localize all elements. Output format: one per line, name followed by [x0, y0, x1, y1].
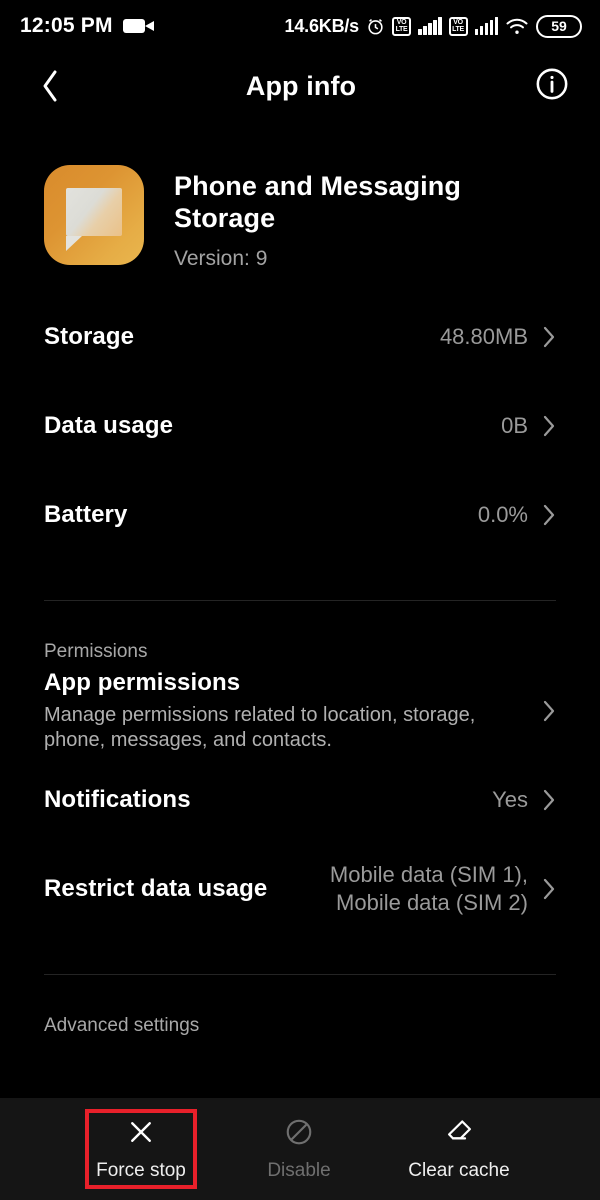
info-button[interactable] [532, 66, 572, 106]
disable-label: Disable [267, 1160, 331, 1181]
info-circle-icon [535, 67, 569, 106]
row-storage-title: Storage [44, 323, 135, 351]
app-info-content: Phone and Messaging Storage Version: 9 S… [0, 120, 600, 1041]
row-restrict-data-usage[interactable]: Restrict data usage Mobile data (SIM 1),… [44, 845, 556, 934]
chevron-right-icon [542, 503, 556, 527]
row-notifications-left: Notifications [44, 786, 478, 814]
battery-icon: 59 [536, 14, 582, 38]
sim2-volte-top: VO [453, 19, 463, 26]
row-battery-right: 0.0% [478, 501, 556, 530]
sim2-volte-icon: VO LTE [448, 16, 468, 36]
back-button[interactable] [30, 66, 70, 106]
row-storage-left: Storage [44, 323, 426, 351]
eraser-icon [443, 1116, 475, 1148]
row-data-usage[interactable]: Data usage 0B [44, 382, 556, 471]
section-label-permissions: Permissions [44, 640, 148, 662]
message-bubble-glyph [66, 188, 122, 251]
row-battery-value: 0.0% [477, 501, 528, 527]
chevron-right-icon [542, 877, 556, 901]
row-battery[interactable]: Battery 0.0% [44, 471, 556, 560]
chevron-right-icon [542, 699, 556, 723]
row-data-usage-left: Data usage [44, 412, 487, 440]
close-x-icon [125, 1116, 157, 1148]
row-storage-value: 48.80MB [439, 323, 528, 349]
status-bar: 12:05 PM 14.6KB/s VO LTE VO LTE 59 [0, 0, 600, 52]
sim2-signal-bars-icon [474, 17, 498, 35]
row-battery-left: Battery [44, 501, 464, 529]
row-app-permissions-subtitle: Manage permissions related to location, … [44, 703, 476, 752]
section-label-advanced-settings: Advanced settings [44, 1014, 200, 1036]
app-name: Phone and Messaging Storage [174, 171, 461, 233]
sim1-volte-top: VO [396, 19, 407, 26]
row-app-permissions-right [542, 699, 556, 723]
row-app-permissions-title: App permissions [44, 668, 241, 696]
row-restrict-data-usage-left: Restrict data usage [44, 875, 316, 903]
page-title: App info [245, 70, 357, 101]
row-battery-title: Battery [44, 501, 128, 529]
sim1-signal-bars-icon [418, 17, 442, 35]
app-bar: App info [0, 52, 600, 120]
phone-and-messaging-storage-app-icon [44, 165, 144, 265]
alarm-clock-icon [366, 17, 385, 36]
status-bar-clock: 12:05 PM [20, 14, 113, 37]
block-circle-icon [283, 1116, 315, 1148]
chevron-right-icon [542, 325, 556, 349]
row-notifications-right: Yes [492, 786, 556, 815]
row-app-permissions[interactable]: App permissions Manage permissions relat… [44, 667, 556, 756]
status-bar-left: 12:05 PM [20, 14, 154, 38]
chevron-right-icon [542, 788, 556, 812]
divider [44, 973, 556, 975]
row-storage-right: 48.80MB [440, 323, 556, 352]
status-bar-right: 14.6KB/s VO LTE VO LTE 59 [284, 14, 582, 38]
clear-cache-label: Clear cache [408, 1160, 510, 1181]
force-stop-label: Force stop [96, 1160, 186, 1181]
row-storage[interactable]: Storage 48.80MB [44, 293, 556, 382]
row-data-usage-title: Data usage [44, 412, 174, 440]
sim1-volte-bottom: LTE [395, 26, 408, 33]
row-restrict-data-usage-value: Mobile data (SIM 1), Mobile data (SIM 2) [329, 861, 528, 916]
videocam-icon [122, 19, 154, 33]
row-app-permissions-left: App permissions Manage permissions relat… [44, 669, 528, 754]
bottom-action-bar: Force stop Disable Clear cache [0, 1098, 600, 1200]
clear-cache-button[interactable]: Clear cache [403, 1109, 515, 1189]
row-data-usage-right: 0B [501, 412, 556, 441]
row-data-usage-value: 0B [501, 412, 528, 438]
divider [44, 599, 556, 601]
permission-rows: App permissions Manage permissions relat… [0, 667, 600, 934]
battery-level-label: 59 [551, 18, 567, 34]
row-restrict-data-usage-right: Mobile data (SIM 1), Mobile data (SIM 2) [330, 861, 556, 918]
app-header: Phone and Messaging Storage Version: 9 [0, 120, 600, 271]
disable-button[interactable]: Disable [243, 1109, 355, 1189]
network-speed-label: 14.6KB/s [284, 15, 360, 36]
chevron-left-icon [39, 68, 61, 104]
app-version: Version: 9 [174, 246, 268, 270]
row-notifications-value: Yes [492, 786, 528, 812]
wifi-icon [505, 17, 529, 36]
row-notifications[interactable]: Notifications Yes [44, 756, 556, 845]
force-stop-button[interactable]: Force stop [85, 1109, 197, 1189]
row-restrict-data-usage-title: Restrict data usage [44, 875, 268, 903]
app-header-text: Phone and Messaging Storage Version: 9 [174, 165, 474, 271]
app-info-screen: 12:05 PM 14.6KB/s VO LTE VO LTE 59 App i… [0, 0, 600, 1200]
usage-rows: Storage 48.80MB Data usage 0B Battery 0.… [0, 293, 600, 560]
sim2-volte-bottom: LTE [452, 26, 464, 33]
sim1-volte-icon: VO LTE [392, 16, 411, 36]
chevron-right-icon [542, 414, 556, 438]
row-notifications-title: Notifications [44, 786, 191, 814]
